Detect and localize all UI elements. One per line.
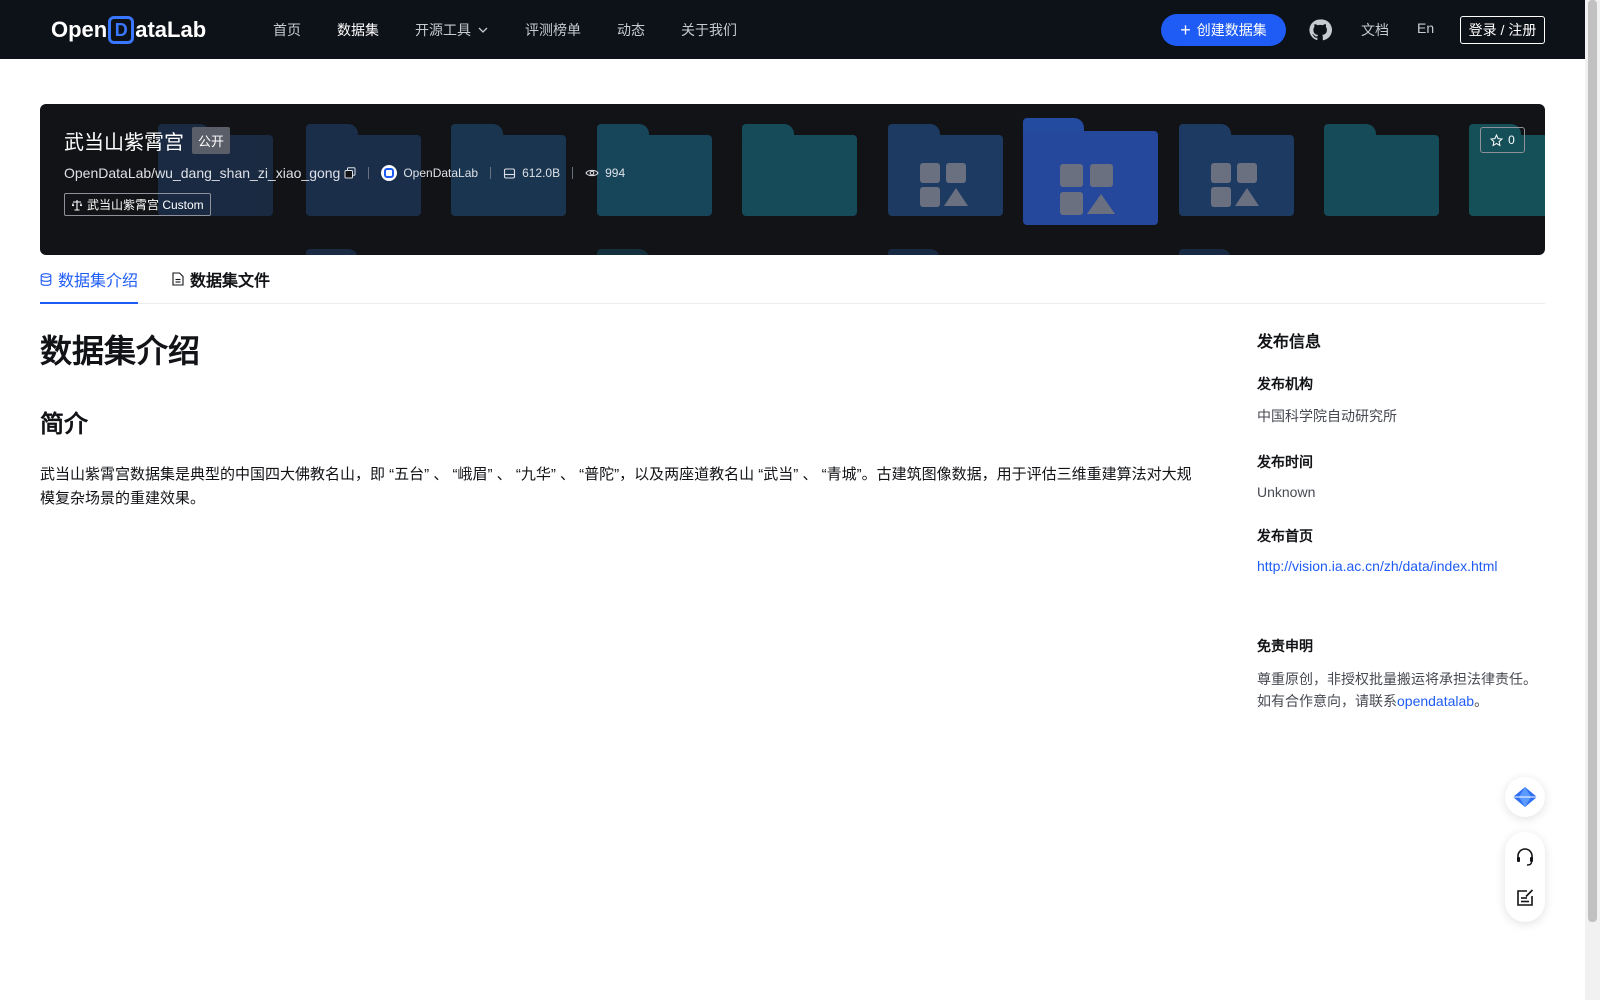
nav-about[interactable]: 关于我们	[681, 20, 737, 40]
nav-leaderboard-label: 评测榜单	[525, 21, 581, 38]
nav-leaderboard[interactable]: 评测榜单	[525, 20, 581, 40]
publisher-org[interactable]: OpenDataLab	[381, 165, 478, 181]
dataset-title: 武当山紫霄宫	[64, 130, 184, 154]
chevron-down-icon	[478, 27, 488, 33]
publish-info-sidebar: 发布信息 发布机构 中国科学院自动研究所 发布时间 Unknown 发布首页 h…	[1257, 328, 1547, 712]
disclaimer-label: 免责申明	[1257, 638, 1313, 654]
license-tag[interactable]: 武当山紫霄宫 Custom	[64, 193, 211, 216]
view-count-value: 994	[605, 166, 626, 180]
tab-dataset-intro-label: 数据集介绍	[58, 273, 139, 290]
folder-decoration	[1023, 118, 1158, 225]
publisher-label: 发布机构	[1257, 376, 1313, 392]
nav-about-label: 关于我们	[681, 21, 737, 38]
scrollbar-thumb[interactable]	[1588, 0, 1597, 922]
main-nav: 首页 数据集 开源工具 评测榜单 动态 关于我们	[273, 0, 773, 59]
headset-icon	[1517, 847, 1533, 866]
feedback-button[interactable]	[1511, 884, 1539, 912]
page-scrollbar[interactable]	[1585, 0, 1600, 1000]
publisher-value: 中国科学院自动研究所	[1257, 408, 1397, 424]
storage-icon	[504, 167, 516, 179]
nav-datasets[interactable]: 数据集	[337, 20, 379, 40]
publisher-org-name: OpenDataLab	[403, 166, 479, 180]
scale-balance-icon	[71, 199, 83, 211]
star-icon	[1490, 133, 1504, 147]
publish-time-label: 发布时间	[1257, 454, 1313, 470]
nav-news-label: 动态	[617, 21, 645, 38]
meta-divider	[368, 167, 370, 179]
summary-heading: 简介	[40, 410, 88, 438]
dataset-tabs: 数据集介绍 数据集文件	[40, 255, 1545, 304]
dataset-meta-row: OpenDataLab/wu_dang_shan_zi_xiao_gong Op…	[64, 165, 625, 181]
create-dataset-button[interactable]: + 创建数据集	[1161, 14, 1286, 46]
folder-decoration	[742, 124, 857, 216]
intro-heading: 数据集介绍	[40, 332, 201, 370]
dataset-intro-content: 数据集介绍 简介 武当山紫霄宫数据集是典型的中国四大佛教名山，即 “五台” 、 …	[40, 326, 1200, 511]
nav-tools-label: 开源工具	[415, 21, 471, 38]
login-register-button[interactable]: 登录 / 注册	[1460, 16, 1545, 44]
org-logo-icon	[381, 165, 398, 181]
summary-paragraph: 武当山紫霄宫数据集是典型的中国四大佛教名山，即 “五台” 、 “峨眉” 、 “九…	[40, 466, 1192, 507]
top-navbar: Open D ataLab 首页 数据集 开源工具 评测榜单 动态 关于我们 +…	[0, 0, 1585, 59]
nav-datasets-label: 数据集	[337, 21, 379, 38]
visibility-badge: 公开	[192, 127, 231, 154]
create-dataset-label: 创建数据集	[1196, 22, 1267, 38]
file-icon	[172, 272, 184, 286]
tab-dataset-files[interactable]: 数据集文件	[172, 255, 270, 303]
float-toolbar	[1505, 832, 1545, 922]
opendatalab-logo[interactable]: Open D ataLab	[51, 14, 206, 46]
plus-icon: +	[1180, 20, 1191, 40]
dataset-header-info: 武当山紫霄宫 公开 OpenDataLab/wu_dang_shan_zi_xi…	[64, 126, 625, 216]
logo-d-mark: D	[108, 16, 135, 44]
opendatalab-contact-link[interactable]: opendatalab	[1397, 693, 1474, 709]
star-button[interactable]: 0	[1480, 127, 1525, 153]
language-switch[interactable]: En	[1417, 20, 1434, 36]
dataset-banner: 武当山紫霄宫 公开 OpenDataLab/wu_dang_shan_zi_xi…	[40, 104, 1545, 255]
logo-text-datalab: ataLab	[135, 17, 207, 42]
view-count: 994	[585, 166, 625, 180]
license-label: 武当山紫霄宫 Custom	[87, 198, 204, 212]
logo-text-open: Open	[51, 17, 108, 42]
edit-note-icon	[1517, 888, 1534, 906]
meta-divider	[572, 167, 574, 179]
publish-time-value: Unknown	[1257, 484, 1316, 500]
nav-home[interactable]: 首页	[273, 20, 301, 40]
disclaimer-line-1: 尊重原创，非授权批量搬运将承担法律责任。	[1257, 671, 1537, 687]
repo-path: OpenDataLab/wu_dang_shan_zi_xiao_gong	[64, 165, 341, 181]
tab-dataset-files-label: 数据集文件	[190, 273, 271, 290]
meta-divider	[490, 167, 492, 179]
publish-info-title: 发布信息	[1257, 334, 1322, 351]
database-icon	[40, 272, 52, 286]
assistant-float-button[interactable]	[1505, 777, 1545, 817]
eye-icon	[585, 169, 599, 177]
folder-decoration	[1324, 124, 1439, 216]
customer-service-button[interactable]	[1511, 843, 1539, 871]
nav-open-source-tools[interactable]: 开源工具	[415, 20, 489, 40]
folder-decoration	[1179, 124, 1294, 216]
disclaimer-line-2: 如有合作意向，请联系opendatalab。	[1257, 690, 1547, 712]
dataset-size-value: 612.0B	[522, 166, 561, 180]
disclaimer-text: 尊重原创，非授权批量搬运将承担法律责任。 如有合作意向，请联系opendatal…	[1257, 668, 1547, 712]
copy-icon[interactable]	[344, 167, 356, 179]
dataset-size: 612.0B	[503, 166, 560, 180]
nav-docs[interactable]: 文档	[1361, 20, 1389, 40]
tab-dataset-intro[interactable]: 数据集介绍	[40, 255, 139, 304]
nav-news[interactable]: 动态	[617, 20, 645, 40]
dataset-title-row: 武当山紫霄宫 公开	[64, 126, 625, 155]
github-icon[interactable]	[1308, 18, 1332, 42]
homepage-label: 发布首页	[1257, 528, 1313, 544]
disclaimer-period: 。	[1474, 693, 1489, 709]
disclaimer-contact-prefix: 如有合作意向，请联系	[1257, 693, 1397, 709]
star-count: 0	[1508, 133, 1515, 147]
homepage-link[interactable]: http://vision.ia.ac.cn/zh/data/index.htm…	[1257, 558, 1547, 574]
diamond-logo-icon	[1513, 787, 1537, 807]
nav-home-label: 首页	[273, 21, 301, 38]
folder-decoration	[888, 124, 1003, 216]
